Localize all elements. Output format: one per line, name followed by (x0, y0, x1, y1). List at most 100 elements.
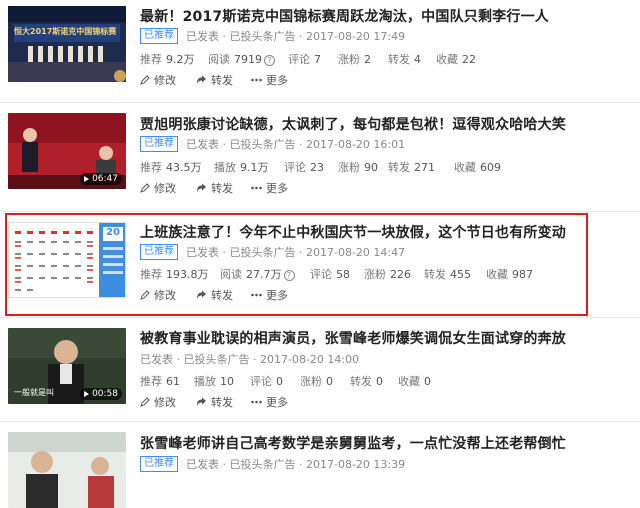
stat-label: 收藏 (454, 161, 476, 174)
highlight-box (5, 213, 588, 316)
recommended-badge: 已推荐 (140, 28, 178, 44)
share-label: 转发 (211, 74, 233, 87)
edit-label: 修改 (154, 74, 176, 87)
divider (0, 421, 640, 422)
more-label: 更多 (266, 182, 288, 195)
stat-value: 43.5万 (166, 161, 202, 174)
play-icon (84, 176, 90, 182)
article-item[interactable]: 一般就是叫 00:58 被教育事业耽误的相声演员，张雪峰老师爆笑调侃女生面试穿的… (0, 319, 640, 422)
duration-text: 06:47 (92, 174, 118, 184)
article-thumbnail[interactable]: 06:47 (8, 113, 126, 189)
article-thumbnail[interactable] (8, 432, 126, 508)
thumbnail-caption: 恒大2017斯诺克中国锦标赛 (14, 27, 117, 36)
classroom-photo (8, 432, 126, 508)
stat-value: 0 (276, 375, 283, 388)
stat-value: 61 (166, 375, 180, 388)
help-icon[interactable]: ? (264, 55, 275, 66)
stat-value: 2 (364, 53, 371, 66)
article-meta: 已发表 · 已投头条广告 · 2017-08-20 14:00 (140, 351, 359, 367)
stat-label: 涨粉 (300, 375, 322, 388)
edit-label: 修改 (154, 396, 176, 409)
stat-label: 播放 (194, 375, 216, 388)
stat-label: 涨粉 (338, 53, 360, 66)
publish-status: 已发表 · 已投头条广告 · 2017-08-20 16:01 (186, 138, 406, 151)
pencil-icon (140, 183, 150, 193)
stat-label: 推荐 (140, 53, 162, 66)
stat-label: 转发 (388, 53, 410, 66)
ellipsis-icon (251, 400, 262, 404)
stat-label: 涨粉 (338, 161, 360, 174)
duration-text: 00:58 (92, 389, 118, 399)
article-thumbnail[interactable]: 一般就是叫 00:58 (8, 328, 126, 404)
stat-value: 9.1万 (240, 161, 269, 174)
publish-status: 已发表 · 已投头条广告 · 2017-08-20 13:39 (186, 458, 406, 471)
edit-button[interactable]: 修改 (140, 180, 176, 196)
article-title[interactable]: 被教育事业耽误的相声演员，张雪峰老师爆笑调侃女生面试穿的奔放 (140, 328, 566, 348)
more-label: 更多 (266, 396, 288, 409)
more-button[interactable]: 更多 (251, 72, 288, 88)
stat-value: 4 (414, 53, 421, 66)
publish-status: 已发表 · 已投头条广告 · 2017-08-20 14:00 (140, 353, 360, 366)
edit-label: 修改 (154, 182, 176, 195)
recommended-badge: 已推荐 (140, 456, 178, 472)
article-title[interactable]: 最新！2017斯诺克中国锦标赛周跃龙淘汰，中国队只剩李行一人 (140, 6, 549, 26)
edit-button[interactable]: 修改 (140, 394, 176, 410)
edit-button[interactable]: 修改 (140, 72, 176, 88)
stat-value: 90 (364, 161, 378, 174)
share-button[interactable]: 转发 (196, 72, 233, 88)
ellipsis-icon (251, 186, 262, 190)
article-item[interactable]: 恒大2017斯诺克中国锦标赛 最新！2017斯诺克中国锦标赛周跃龙淘汰，中国队只… (0, 0, 640, 103)
recommended-badge: 已推荐 (140, 136, 178, 152)
share-button[interactable]: 转发 (196, 180, 233, 196)
article-title[interactable]: 张雪峰老师讲自己高考数学是亲舅舅监考，一点忙没帮上还老帮倒忙 (140, 433, 566, 453)
article-item[interactable]: 张雪峰老师讲自己高考数学是亲舅舅监考，一点忙没帮上还老帮倒忙 已推荐 已发表 ·… (0, 423, 640, 508)
play-icon (84, 391, 90, 397)
stat-label: 评论 (284, 161, 306, 174)
more-button[interactable]: 更多 (251, 180, 288, 196)
share-label: 转发 (211, 182, 233, 195)
divider (0, 211, 640, 212)
article-meta: 已推荐 已发表 · 已投头条广告 · 2017-08-20 16:01 (140, 136, 405, 152)
share-label: 转发 (211, 396, 233, 409)
stat-value: 0 (376, 375, 383, 388)
ellipsis-icon (251, 78, 262, 82)
thumbnail-caption: 一般就是叫 (14, 388, 54, 397)
stat-label: 收藏 (398, 375, 420, 388)
stat-label: 推荐 (140, 161, 162, 174)
share-icon (197, 183, 206, 192)
article-meta: 已推荐 已发表 · 已投头条广告 · 2017-08-20 17:49 (140, 28, 405, 44)
pencil-icon (140, 75, 150, 85)
stat-value: 7919 (234, 53, 262, 66)
stat-value: 0 (424, 375, 431, 388)
stat-value: 0 (326, 375, 333, 388)
stat-value: 609 (480, 161, 501, 174)
stat-label: 推荐 (140, 375, 162, 388)
pencil-icon (140, 397, 150, 407)
stat-value: 9.2万 (166, 53, 195, 66)
stat-value: 271 (414, 161, 435, 174)
video-duration: 00:58 (80, 388, 122, 400)
stat-label: 转发 (350, 375, 372, 388)
stat-label: 评论 (250, 375, 272, 388)
share-icon (197, 397, 206, 406)
stat-value: 23 (310, 161, 324, 174)
article-title[interactable]: 贾旭明张康讨论缺德，太讽刺了，每句都是包袱！逗得观众哈哈大笑 (140, 114, 566, 134)
stat-label: 转发 (388, 161, 410, 174)
more-button[interactable]: 更多 (251, 394, 288, 410)
stat-value: 22 (462, 53, 476, 66)
publish-status: 已发表 · 已投头条广告 · 2017-08-20 17:49 (186, 30, 406, 43)
share-button[interactable]: 转发 (196, 394, 233, 410)
stat-label: 阅读 (208, 53, 230, 66)
share-icon (197, 75, 206, 84)
article-item[interactable]: 06:47 贾旭明张康讨论缺德，太讽刺了，每句都是包袱！逗得观众哈哈大笑 已推荐… (0, 104, 640, 212)
stat-value: 7 (314, 53, 321, 66)
divider (0, 317, 640, 318)
stat-label: 播放 (214, 161, 236, 174)
article-meta: 已推荐 已发表 · 已投头条广告 · 2017-08-20 13:39 (140, 456, 405, 472)
stat-label: 评论 (288, 53, 310, 66)
divider (0, 102, 640, 103)
stage-photo (8, 6, 126, 82)
article-thumbnail[interactable]: 恒大2017斯诺克中国锦标赛 (8, 6, 126, 82)
more-label: 更多 (266, 74, 288, 87)
video-duration: 06:47 (80, 173, 122, 185)
